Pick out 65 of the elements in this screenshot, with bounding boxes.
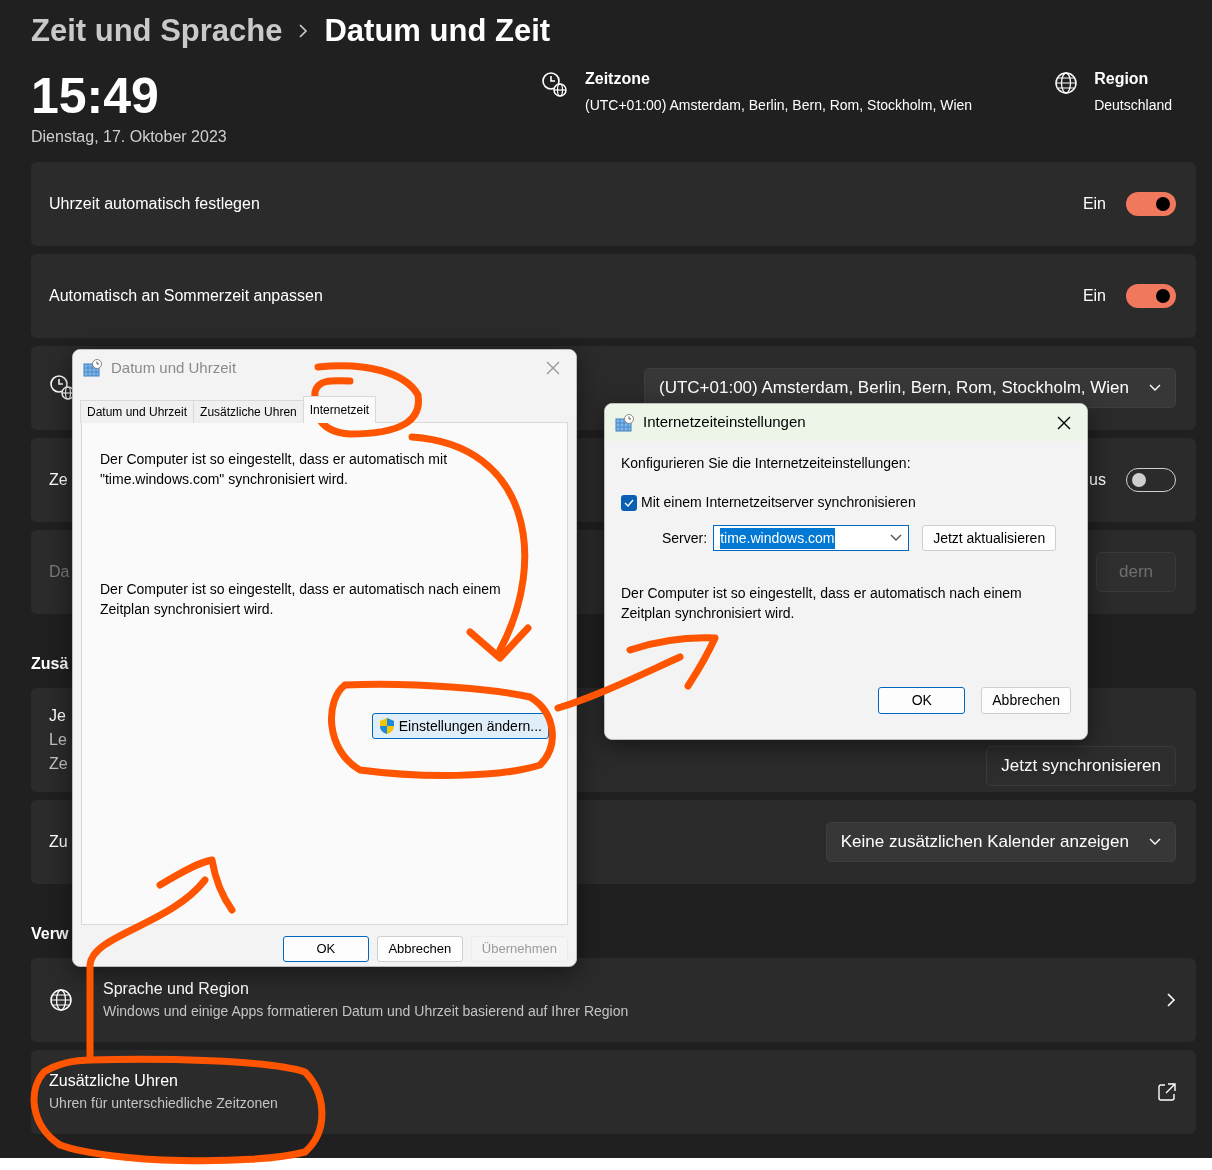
dialog-button[interactable]: OK <box>282 936 369 962</box>
dialog-button[interactable]: Abbrechen <box>981 687 1071 714</box>
setting-label: Je <box>49 705 67 726</box>
shield-icon <box>378 717 395 735</box>
server-field[interactable]: time.windows.com <box>713 525 910 551</box>
calendar-icon <box>615 413 635 432</box>
setting-label: Uhrzeit automatisch festlegen <box>49 193 260 214</box>
info-label: Region <box>1094 68 1150 89</box>
clock-time: 15:49 <box>31 70 160 121</box>
tab[interactable]: Datum und Uhrzeit <box>80 400 195 423</box>
calendar-icon <box>83 359 103 377</box>
info-text: Der Computer ist so eingestellt, dass er automatisch nach einem Zeitplan synchronisiert wird. <box>100 580 502 619</box>
update-button[interactable]: Jetzt aktualisieren <box>922 525 1057 551</box>
checkbox[interactable] <box>621 494 637 511</box>
dialog-button[interactable]: OK <box>878 687 966 714</box>
info-value: (UTC+01:00) Amsterdam, Berlin, Bern, Rom, Stockholm, Wien <box>585 95 973 115</box>
toggle-switch[interactable] <box>1126 191 1176 216</box>
dropdown[interactable]: (UTC+01:00) Amsterdam, Berlin, Bern, Rom, Stockholm, Wien <box>644 367 1176 408</box>
clock-globe-icon <box>541 70 569 99</box>
info-label: Zeitzone <box>585 68 651 89</box>
breadcrumb-link[interactable]: Zeit und Sprache <box>31 8 283 55</box>
page-title: Datum und Zeit <box>324 12 551 50</box>
setting-description: Uhren für unterschiedliche Zeitzonen <box>49 1094 278 1113</box>
setting-label: Zusätzliche Uhren <box>49 1071 179 1091</box>
section-heading: Zusä <box>31 653 69 674</box>
setting-label: Automatisch an Sommerzeit anpassen <box>49 285 323 306</box>
toggle-switch[interactable] <box>1126 283 1176 308</box>
chevron-down-icon <box>1149 837 1161 846</box>
external-link-icon <box>1158 1082 1176 1101</box>
chevron-right-icon <box>298 24 309 39</box>
toggle-state-label: Ein <box>1082 193 1106 214</box>
chevron-down-icon <box>1149 383 1161 392</box>
settings-card[interactable]: Sprache und Region Windows und einige Apps formatieren Datum und Uhrzeit basierend auf Ihrer Region <box>31 957 1196 1042</box>
toggle-state-label: us <box>1089 469 1106 490</box>
toggle-state-label: Ein <box>1082 285 1106 306</box>
setting-description: Ze <box>49 753 68 774</box>
chevron-down-icon <box>890 534 903 542</box>
setting-description: Le <box>49 729 68 750</box>
settings-card[interactable]: Zusätzliche Uhren Uhren für unterschiedliche Zeitzonen <box>31 1049 1196 1134</box>
setting-label: Da <box>49 561 70 582</box>
setting-label: Ze <box>49 469 68 490</box>
field-label: Server: <box>662 528 708 548</box>
section-heading: Verw <box>31 923 69 944</box>
globe-icon <box>49 987 73 1012</box>
info-text: Der Computer ist so eingestellt, dass er automatisch mit "time.windows.com" synchronisiert wird. <box>100 450 449 489</box>
dialog-button[interactable]: Abbrechen <box>376 936 463 962</box>
info-value: Deutschland <box>1094 95 1172 115</box>
check-icon <box>624 498 634 507</box>
window-title: Internetzeiteinstellungen <box>643 412 806 433</box>
info-text: Der Computer ist so eingestellt, dass er automatisch nach einem Zeitplan synchronisiert wird. <box>621 584 1023 623</box>
instruction-text: Konfigurieren Sie die Internetzeiteinstellungen: <box>621 454 912 473</box>
setting-label: Zu <box>49 831 68 852</box>
tab[interactable]: Internetzeit <box>302 396 377 423</box>
dropdown[interactable]: Keine zusätzlichen Kalender anzeigen <box>825 821 1176 862</box>
tab[interactable]: Zusätzliche Uhren <box>193 400 304 423</box>
setting-label: Sprache und Region <box>103 979 250 999</box>
setting-description: Windows und einige Apps formatieren Datum und Uhrzeit basierend auf Ihrer Region <box>103 1002 629 1021</box>
close-icon[interactable] <box>1057 415 1071 430</box>
sync-button[interactable]: Jetzt synchronisieren <box>986 745 1176 786</box>
date-text: Dienstag, 17. Oktober 2023 <box>31 126 228 147</box>
chevron-right-icon <box>1166 992 1176 1007</box>
globe-icon <box>1054 70 1079 95</box>
window-title: Datum und Uhrzeit <box>111 357 237 378</box>
checkbox-label: Mit einem Internetzeitserver synchronisieren <box>641 493 916 512</box>
settings-button[interactable]: Einstellungen ändern... <box>371 713 549 739</box>
